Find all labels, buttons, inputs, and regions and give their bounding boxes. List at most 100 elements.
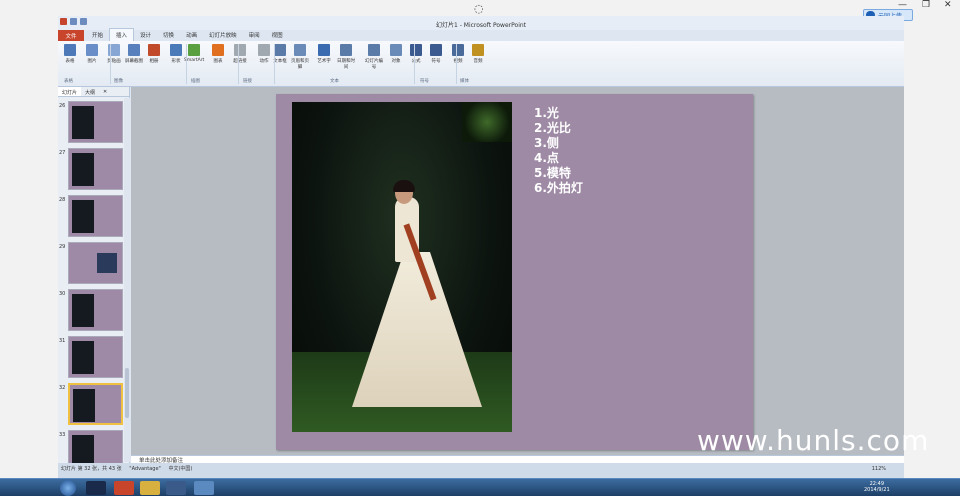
ribbon-button[interactable]: 页眉和页脚: [290, 44, 310, 70]
ribbon-button-icon: [188, 44, 200, 56]
ribbon-button-icon: [430, 44, 442, 56]
group-separator: [414, 44, 415, 84]
ribbon-button[interactable]: 屏幕截图: [124, 44, 144, 64]
ribbon-button-icon: [294, 44, 306, 56]
list-item: 1.光: [534, 106, 559, 120]
start-button[interactable]: [60, 480, 76, 496]
slide-number: 29: [59, 244, 66, 250]
ribbon-button-icon: [340, 44, 352, 56]
tab-file[interactable]: 文件: [58, 30, 84, 41]
group-separator: [274, 44, 275, 84]
taskbar: 22:49 2014/9/21: [0, 478, 960, 496]
app-taskbar-icon[interactable]: [166, 481, 186, 495]
browser-icon[interactable]: [194, 481, 214, 495]
photoshop-icon[interactable]: [86, 481, 106, 495]
ribbon-tabs: 文件 开始 插入 设计 切换 动画 幻灯片放映 审阅 视图: [58, 28, 904, 41]
ribbon-button-label: 对象: [391, 59, 401, 64]
ribbon-button-label: 艺术字: [317, 59, 331, 64]
close-panel-icon[interactable]: ✕: [99, 87, 111, 96]
ribbon-button[interactable]: 图表: [208, 44, 228, 64]
ribbon-button[interactable]: 图片: [82, 44, 102, 64]
slide-thumbnail[interactable]: [68, 195, 123, 237]
ribbon-button[interactable]: 对象: [386, 44, 406, 64]
ribbon-button-icon: [128, 44, 140, 56]
zoom-level[interactable]: 112%: [872, 466, 886, 472]
watermark: www.hunls.com: [697, 424, 930, 457]
ribbon-button[interactable]: 表格: [60, 44, 80, 64]
slide-number: 32: [59, 385, 66, 391]
ribbon-button[interactable]: 形状: [166, 44, 186, 64]
ribbon-button-label: 屏幕截图: [125, 59, 143, 64]
powerpoint-taskbar-icon[interactable]: [114, 481, 134, 495]
tab-transitions[interactable]: 切换: [157, 29, 180, 41]
thumbnail-photo: [72, 106, 94, 139]
ribbon: 表格 图像 插图 链接 文本 符号 媒体 表格 图片 剪贴画 屏幕截图 相册 形状 Smar…: [58, 41, 904, 87]
slide-thumbnail[interactable]: [68, 336, 123, 378]
tab-insert[interactable]: 插入: [109, 28, 135, 41]
group-label-table: 表格: [64, 79, 73, 84]
date: 2014/9/21: [864, 487, 890, 493]
window-title: 幻灯片1 - Microsoft PowerPoint: [435, 22, 527, 29]
tab-slides[interactable]: 幻灯片: [58, 87, 82, 96]
ribbon-button-label: 幻灯片编号: [365, 59, 383, 70]
ribbon-button-label: 日期和时间: [337, 59, 355, 70]
ribbon-button-label: 符号: [431, 59, 441, 64]
tab-outline[interactable]: 大纲: [81, 87, 99, 96]
ribbon-button-label: 剪贴画: [107, 59, 121, 64]
ribbon-button[interactable]: 幻灯片编号: [364, 44, 384, 70]
slide-thumbnail[interactable]: [68, 383, 123, 425]
ribbon-button-icon: [390, 44, 402, 56]
slide-canvas: 1.光 2.光比 3.侧 4.点 5.模特 6.外拍灯: [131, 87, 904, 455]
list-item: 3.侧: [534, 136, 559, 150]
ribbon-button-label: 音频: [473, 59, 483, 64]
clock: 22:49 2014/9/21: [864, 481, 890, 493]
ribbon-button[interactable]: 超链接: [230, 44, 250, 64]
list-item: 4.点: [534, 151, 559, 165]
ribbon-button[interactable]: 视频: [448, 44, 468, 64]
tab-design[interactable]: 设计: [134, 29, 157, 41]
slide-thumbnail[interactable]: [68, 242, 123, 284]
powerpoint-window: 幻灯片1 - Microsoft PowerPoint 文件 开始 插入 设计 …: [58, 16, 904, 478]
ribbon-button-icon: [212, 44, 224, 56]
ribbon-button-icon: [234, 44, 246, 56]
slide-thumbnail[interactable]: [68, 101, 123, 143]
ribbon-button-icon: [318, 44, 330, 56]
ribbon-button[interactable]: 艺术字: [314, 44, 334, 64]
slide-photo[interactable]: [292, 102, 512, 432]
slide-number: 30: [59, 291, 66, 297]
ribbon-button[interactable]: 日期和时间: [336, 44, 356, 70]
folder-icon[interactable]: [140, 481, 160, 495]
close-icon[interactable]: ✕: [944, 0, 952, 14]
restore-icon[interactable]: ❐: [922, 0, 930, 14]
scroll-thumb[interactable]: [125, 368, 129, 418]
slide-text-list[interactable]: 1.光 2.光比 3.侧 4.点 5.模特 6.外拍灯: [534, 106, 583, 196]
panel-scrollbar[interactable]: [124, 98, 130, 462]
ribbon-button[interactable]: 文本框: [270, 44, 290, 64]
tab-animations[interactable]: 动画: [180, 29, 203, 41]
ribbon-button-icon: [86, 44, 98, 56]
model-dress: [352, 252, 482, 407]
tab-view[interactable]: 视图: [266, 29, 289, 41]
ribbon-button-label: 相册: [149, 59, 159, 64]
tab-review[interactable]: 审阅: [243, 29, 266, 41]
ribbon-button[interactable]: 相册: [144, 44, 164, 64]
list-item: 6.外拍灯: [534, 181, 583, 195]
ribbon-button-label: 页眉和页脚: [291, 59, 309, 70]
ribbon-button-label: 公式: [411, 59, 421, 64]
tab-slideshow[interactable]: 幻灯片放映: [203, 29, 243, 41]
theme-name: "Advantage": [129, 466, 161, 472]
slide-number: 28: [59, 197, 66, 203]
thumbnail-photo: [72, 153, 94, 186]
ribbon-button-icon: [64, 44, 76, 56]
slide-thumbnail[interactable]: [68, 289, 123, 331]
current-slide[interactable]: 1.光 2.光比 3.侧 4.点 5.模特 6.外拍灯: [276, 94, 753, 450]
ribbon-button[interactable]: SmartArt: [184, 44, 204, 63]
tab-home[interactable]: 开始: [86, 29, 109, 41]
thumbnail-photo: [73, 389, 95, 422]
ribbon-button[interactable]: 音频: [468, 44, 488, 64]
ribbon-button[interactable]: 剪贴画: [104, 44, 124, 64]
ribbon-button[interactable]: 公式: [406, 44, 426, 64]
ribbon-button[interactable]: 符号: [426, 44, 446, 64]
slide-thumbnail[interactable]: [68, 148, 123, 190]
ribbon-button-icon: [274, 44, 286, 56]
